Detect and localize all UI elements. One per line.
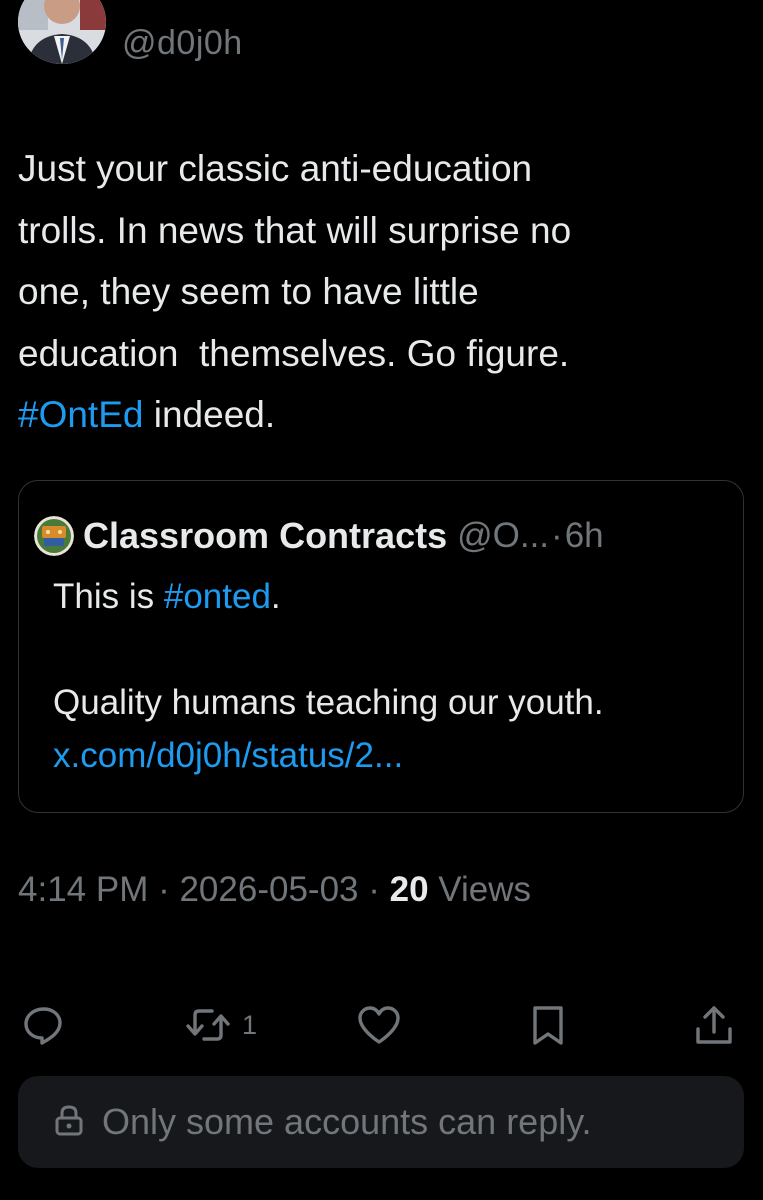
reply-bubble-icon bbox=[22, 1003, 66, 1047]
quoted-author-avatar[interactable] bbox=[34, 516, 74, 556]
quoted-timestamp[interactable]: 6h bbox=[565, 516, 604, 556]
quoted-text-line: Quality humans teaching our youth. bbox=[53, 683, 604, 722]
tweet-text-line: trolls. In news that will surprise no bbox=[18, 209, 572, 251]
quoted-tweet-header: Classroom Contracts @O... · 6h bbox=[34, 514, 604, 558]
like-button[interactable] bbox=[355, 1000, 403, 1050]
share-button[interactable] bbox=[692, 1000, 736, 1050]
lock-icon bbox=[54, 1104, 84, 1141]
quoted-text-prefix: This is bbox=[53, 577, 164, 616]
tweet-action-bar: 1 bbox=[0, 1000, 763, 1050]
author-handle[interactable]: @d0j0h bbox=[122, 24, 243, 63]
views-label[interactable]: Views bbox=[429, 870, 531, 909]
tweet-text-line: education themselves. Go figure. bbox=[18, 332, 570, 374]
quoted-author-name[interactable]: Classroom Contracts bbox=[83, 515, 447, 557]
quoted-status-link[interactable]: x.com/d0j0h/status/2... bbox=[53, 736, 403, 775]
quoted-separator: · bbox=[551, 516, 563, 555]
tweet-text-line: indeed. bbox=[143, 394, 276, 435]
retweet-icon bbox=[184, 1003, 232, 1047]
tweet-metadata: 4:14 PM · 2026-05-03 · 20 Views bbox=[18, 870, 531, 910]
retweet-button[interactable]: 1 bbox=[184, 1000, 257, 1050]
meta-separator: · bbox=[148, 870, 180, 909]
hashtag-link[interactable]: #OntEd bbox=[18, 394, 143, 435]
heart-icon bbox=[355, 1003, 403, 1047]
author-avatar[interactable] bbox=[18, 0, 106, 64]
tweet-time[interactable]: 4:14 PM bbox=[18, 870, 148, 909]
reply-restriction-banner: Only some accounts can reply. bbox=[18, 1076, 744, 1168]
tweet-text-line: Just your classic anti-education bbox=[18, 148, 533, 189]
retweet-count: 1 bbox=[242, 1009, 258, 1040]
views-count[interactable]: 20 bbox=[390, 870, 429, 909]
meta-separator: · bbox=[358, 870, 390, 909]
quoted-text-suffix: . bbox=[270, 577, 281, 616]
quoted-author-handle[interactable]: @O... bbox=[457, 516, 549, 556]
reply-restriction-text: Only some accounts can reply. bbox=[102, 1101, 592, 1142]
reply-button[interactable] bbox=[22, 1000, 66, 1050]
quoted-hashtag-link[interactable]: #onted bbox=[164, 577, 271, 616]
tweet-date[interactable]: 2026-05-03 bbox=[179, 870, 358, 909]
bookmark-button[interactable] bbox=[526, 1000, 570, 1050]
share-icon bbox=[692, 1003, 736, 1047]
quoted-tweet-text: This is #onted. Quality humans teaching … bbox=[53, 570, 733, 782]
bookmark-icon bbox=[526, 1003, 570, 1047]
tweet-text: Just your classic anti-education trolls.… bbox=[18, 138, 738, 446]
tweet-text-line: one, they seem to have little bbox=[18, 271, 479, 312]
